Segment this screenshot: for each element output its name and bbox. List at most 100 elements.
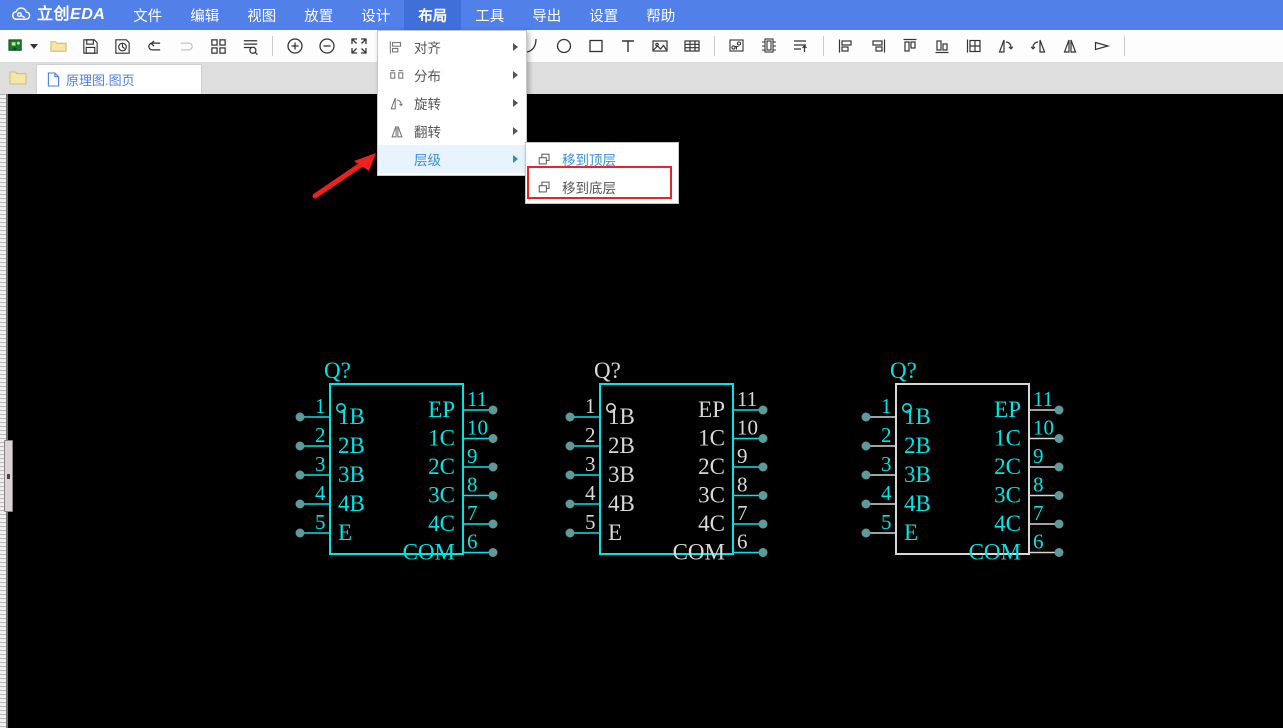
open-folder-icon[interactable] [45,33,71,59]
distribute-icon [386,66,408,84]
image-icon[interactable] [647,33,673,59]
align-top-icon[interactable] [897,33,923,59]
menu-edit[interactable]: 编辑 [176,0,233,30]
menu-view[interactable]: 视图 [233,0,290,30]
pin-name: COM [969,540,1021,565]
pin-name: 1B [338,404,365,429]
menu-item-layer[interactable]: 层级 [378,145,526,173]
zoom-out-icon[interactable] [314,33,340,59]
menu-export[interactable]: 导出 [518,0,575,30]
rotate-cw-icon[interactable] [1025,33,1051,59]
grid-view-icon[interactable] [205,33,231,59]
component-designator: Q? [594,358,621,383]
pin-name: EP [428,397,455,422]
menu-design[interactable]: 设计 [347,0,404,30]
flip-vertical-icon[interactable] [1089,33,1115,59]
fit-screen-icon[interactable] [346,33,372,59]
pin-name: 2B [904,433,931,458]
pin-number: 5 [585,510,596,534]
submenu-arrow-icon [513,127,518,135]
pin-name: EP [994,397,1021,422]
toolbar-separator [272,36,273,56]
align-bottom-icon[interactable] [929,33,955,59]
menu-settings[interactable]: 设置 [575,0,632,30]
layout-dropdown-menu: 对齐分布 旋转 翻转层级 [377,30,527,176]
rotate-ccw-icon[interactable] [993,33,1019,59]
new-document-icon[interactable] [3,33,29,59]
pin-number: 6 [737,530,748,554]
menu-item-label: 放置 [304,8,334,25]
menu-item-rotate[interactable]: 旋转 [378,89,526,117]
pin-number: 8 [737,473,748,497]
menu-item-label: 对齐 [414,41,441,56]
net-label-icon[interactable] [724,33,750,59]
component-symbol[interactable]: Q? 1 1B 2 2B 3 3B 4 4B 5 E 11 EP 10 1C 9 2C 8 3C 7 4C 6 COM [288,334,505,565]
align-left-icon[interactable] [833,33,859,59]
align-icon [386,38,408,56]
circle-icon[interactable] [551,33,577,59]
toolbar-separator [823,36,824,56]
align-right-icon[interactable] [865,33,891,59]
menu-item-label: 设计 [361,8,391,25]
pin-name: 3C [428,483,455,508]
app-logo[interactable]: 立创EDA [0,0,119,30]
dropdown-caret-icon[interactable] [30,43,38,49]
menu-item-label: 文件 [133,8,163,25]
submenu-arrow-icon [513,71,518,79]
pin-name: 4B [608,491,635,516]
pin-number: 5 [881,510,892,534]
table-icon[interactable] [679,33,705,59]
menu-item-label: 设置 [589,8,619,25]
menu-tools[interactable]: 工具 [461,0,518,30]
rectangle-icon[interactable] [583,33,609,59]
pin-name: 3C [994,483,1021,508]
pin-name: 4B [338,491,365,516]
menu-item-align[interactable]: 对齐 [378,33,526,61]
pin-number: 1 [315,394,326,418]
left-panel-collapse-handle[interactable] [4,440,13,512]
pin-number: 7 [1033,501,1044,525]
align-grid-icon[interactable] [961,33,987,59]
component-symbol[interactable]: Q? 1 1B 2 2B 3 3B 4 4B 5 E 11 EP 10 1C 9 2C 8 3C 7 4C 6 COM [558,334,775,565]
submenu-item-bring-to-front[interactable]: 移到顶层 [526,145,678,173]
undo-icon[interactable] [141,33,167,59]
menu-item-label: 层级 [414,153,441,168]
zoom-in-icon[interactable] [282,33,308,59]
toolbar-separator [1124,36,1125,56]
pin-number: 10 [737,416,758,440]
menu-item-label: 帮助 [646,8,676,25]
net-flag-icon[interactable] [788,33,814,59]
save-icon[interactable] [77,33,103,59]
submenu-item-send-to-back[interactable]: 移到底层 [526,173,678,201]
menu-layout[interactable]: 布局 [404,0,462,30]
folder-icon[interactable] [0,62,36,94]
menu-item-distribute[interactable]: 分布 [378,61,526,89]
menu-item-flip[interactable]: 翻转 [378,117,526,145]
pin-number: 4 [315,481,326,505]
menu-help[interactable]: 帮助 [632,0,689,30]
pin-number: 3 [881,452,892,476]
text-icon[interactable] [615,33,641,59]
pin-number: 9 [1033,444,1044,468]
flip-horizontal-icon[interactable] [1057,33,1083,59]
component-symbol[interactable]: Q? 1 1B 2 2B 3 3B 4 4B 5 E 11 EP 10 1C 9 2C 8 3C 7 4C 6 COM [854,334,1071,565]
net-port-icon[interactable] [756,33,782,59]
pin-number: 2 [881,423,892,447]
pin-name: 1B [904,404,931,429]
bring-to-front-icon [534,150,556,168]
menu-place[interactable]: 放置 [290,0,347,30]
pin-number: 3 [585,452,596,476]
pin-name: COM [673,540,725,565]
redo-icon [173,33,199,59]
save-as-icon[interactable] [109,33,135,59]
tab-bar: 原理图.图页 [0,62,1283,94]
tab-label: 原理图.图页 [66,73,135,88]
menu-item-label: 工具 [475,8,505,25]
menu-file[interactable]: 文件 [119,0,176,30]
tab-schematic-page[interactable]: 原理图.图页 [36,64,202,94]
search-list-icon[interactable] [237,33,263,59]
pin-number: 10 [467,416,488,440]
pin-name: 1C [994,426,1021,451]
pin-name: 4C [994,511,1021,536]
pin-name: EP [698,397,725,422]
